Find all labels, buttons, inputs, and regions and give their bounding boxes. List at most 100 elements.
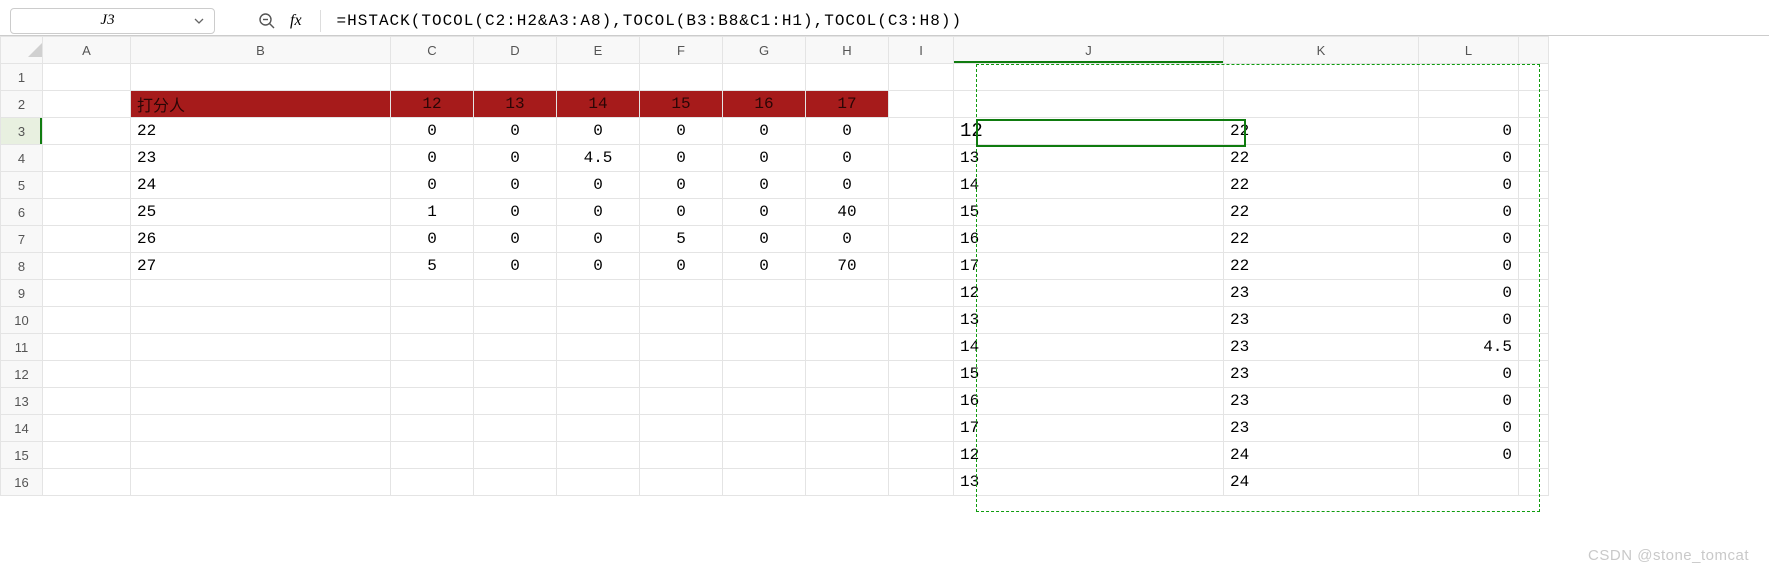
cell[interactable]: 0 xyxy=(1419,199,1519,226)
cell[interactable]: 0 xyxy=(806,145,889,172)
cell[interactable]: 16 xyxy=(954,226,1224,253)
row-header[interactable]: 1 xyxy=(1,64,43,91)
cell[interactable]: 70 xyxy=(806,253,889,280)
col-header-G[interactable]: G xyxy=(723,37,806,64)
active-cell[interactable]: 12 xyxy=(954,118,1224,145)
col-header-E[interactable]: E xyxy=(557,37,640,64)
cell[interactable]: 16 xyxy=(954,388,1224,415)
cell[interactable]: 22 xyxy=(1224,145,1419,172)
cell[interactable]: 13 xyxy=(954,145,1224,172)
row-header[interactable]: 9 xyxy=(1,280,43,307)
zoom-out-icon[interactable] xyxy=(258,12,276,30)
cell[interactable]: 0 xyxy=(640,253,723,280)
cell[interactable]: 0 xyxy=(474,226,557,253)
cell[interactable]: 0 xyxy=(391,145,474,172)
cell[interactable]: 23 xyxy=(1224,307,1419,334)
col-header-B[interactable]: B xyxy=(131,37,391,64)
cell[interactable]: 17 xyxy=(954,253,1224,280)
cell[interactable]: 12 xyxy=(391,91,474,118)
cell[interactable]: 0 xyxy=(1419,361,1519,388)
cell[interactable]: 0 xyxy=(640,145,723,172)
row-header[interactable]: 10 xyxy=(1,307,43,334)
cell[interactable]: 23 xyxy=(1224,361,1419,388)
row-header[interactable]: 13 xyxy=(1,388,43,415)
col-header-M[interactable] xyxy=(1519,37,1549,64)
cell[interactable]: 0 xyxy=(723,253,806,280)
cell[interactable]: 0 xyxy=(474,199,557,226)
cell[interactable]: 0 xyxy=(640,199,723,226)
cell[interactable]: 14 xyxy=(557,91,640,118)
cell[interactable]: 0 xyxy=(806,226,889,253)
cell[interactable]: 0 xyxy=(640,118,723,145)
cell[interactable]: 0 xyxy=(1419,442,1519,469)
cell[interactable]: 5 xyxy=(391,253,474,280)
cell[interactable]: 0 xyxy=(723,199,806,226)
row-header[interactable]: 16 xyxy=(1,469,43,496)
row-header[interactable]: 5 xyxy=(1,172,43,199)
cell[interactable]: 14 xyxy=(954,334,1224,361)
cell[interactable]: 13 xyxy=(474,91,557,118)
cell[interactable]: 0 xyxy=(391,226,474,253)
cell[interactable]: 24 xyxy=(1224,469,1419,496)
select-all-corner[interactable] xyxy=(1,37,43,64)
cell[interactable]: 0 xyxy=(474,145,557,172)
row-header[interactable]: 6 xyxy=(1,199,43,226)
cell[interactable]: 0 xyxy=(557,253,640,280)
cell[interactable]: 23 xyxy=(1224,280,1419,307)
cell[interactable]: 0 xyxy=(723,118,806,145)
chevron-down-icon[interactable] xyxy=(194,16,204,26)
cell[interactable] xyxy=(1419,469,1519,496)
cell[interactable]: 25 xyxy=(131,199,391,226)
cell[interactable]: 22 xyxy=(1224,253,1419,280)
row-header[interactable]: 3 xyxy=(1,118,43,145)
col-header-H[interactable]: H xyxy=(806,37,889,64)
cell[interactable]: 0 xyxy=(1419,280,1519,307)
cell[interactable]: 1 xyxy=(391,199,474,226)
cell[interactable]: 15 xyxy=(954,361,1224,388)
cell[interactable]: 0 xyxy=(474,253,557,280)
cell[interactable]: 16 xyxy=(723,91,806,118)
cell[interactable]: 0 xyxy=(557,226,640,253)
cell[interactable]: 0 xyxy=(1419,118,1519,145)
cell[interactable]: 0 xyxy=(806,172,889,199)
cell[interactable]: 4.5 xyxy=(1419,334,1519,361)
cell[interactable]: 0 xyxy=(723,172,806,199)
col-header-L[interactable]: L xyxy=(1419,37,1519,64)
cell[interactable]: 27 xyxy=(131,253,391,280)
cell[interactable]: 0 xyxy=(1419,172,1519,199)
cell[interactable]: 0 xyxy=(806,118,889,145)
name-box[interactable]: J3 xyxy=(10,8,215,34)
cell[interactable]: 0 xyxy=(1419,388,1519,415)
cell[interactable]: 12 xyxy=(954,442,1224,469)
cell[interactable]: 15 xyxy=(640,91,723,118)
cell[interactable]: 13 xyxy=(954,469,1224,496)
cell[interactable]: 0 xyxy=(557,118,640,145)
cell[interactable]: 0 xyxy=(557,172,640,199)
cell[interactable]: 22 xyxy=(1224,118,1419,145)
col-header-J[interactable]: J xyxy=(954,37,1224,64)
cell[interactable]: 0 xyxy=(640,172,723,199)
cell[interactable]: 23 xyxy=(131,145,391,172)
col-header-I[interactable]: I xyxy=(889,37,954,64)
cell[interactable]: 0 xyxy=(1419,307,1519,334)
spreadsheet-grid[interactable]: A B C D E F G H I J K L 1 2 打分人 12 13 14… xyxy=(0,36,1769,496)
cell[interactable]: 0 xyxy=(474,172,557,199)
cell[interactable]: 23 xyxy=(1224,334,1419,361)
cell[interactable]: 23 xyxy=(1224,388,1419,415)
row-header[interactable]: 12 xyxy=(1,361,43,388)
cell[interactable]: 22 xyxy=(1224,226,1419,253)
cell[interactable]: 0 xyxy=(391,118,474,145)
cell[interactable]: 0 xyxy=(557,199,640,226)
cell[interactable]: 5 xyxy=(640,226,723,253)
cell[interactable]: 12 xyxy=(954,280,1224,307)
fx-label[interactable]: fx xyxy=(290,12,302,30)
cell[interactable]: 4.5 xyxy=(557,145,640,172)
cell[interactable]: 0 xyxy=(391,172,474,199)
cell[interactable]: 23 xyxy=(1224,415,1419,442)
cell[interactable]: 0 xyxy=(1419,253,1519,280)
col-header-C[interactable]: C xyxy=(391,37,474,64)
cell[interactable]: 40 xyxy=(806,199,889,226)
cell[interactable]: 22 xyxy=(1224,199,1419,226)
row-header[interactable]: 14 xyxy=(1,415,43,442)
cell[interactable]: 打分人 xyxy=(131,91,391,118)
